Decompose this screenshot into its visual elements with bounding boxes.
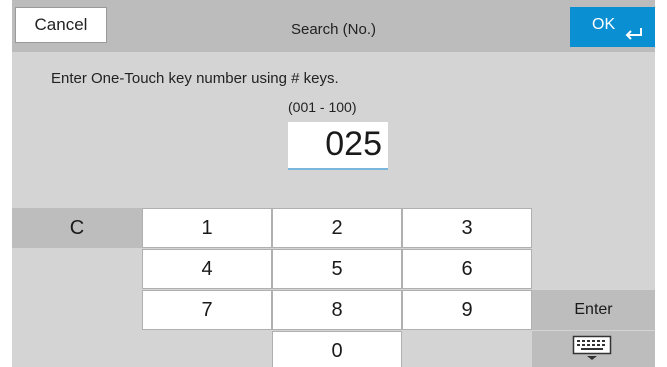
enter-key[interactable]: Enter — [532, 290, 655, 330]
search-number-dialog: Cancel Search (No.) OK Enter One-Touch k… — [12, 0, 655, 367]
key-8[interactable]: 8 — [272, 290, 402, 330]
instruction-text: Enter One-Touch key number using # keys. — [51, 70, 339, 87]
keyboard-toggle-button[interactable] — [532, 331, 655, 367]
header-bar: Cancel Search (No.) OK — [12, 0, 655, 52]
clear-key[interactable]: C — [12, 208, 142, 248]
number-value: 025 — [325, 125, 382, 163]
cancel-button[interactable]: Cancel — [15, 7, 107, 43]
key-7[interactable]: 7 — [142, 290, 272, 330]
key-2[interactable]: 2 — [272, 208, 402, 248]
key-3[interactable]: 3 — [402, 208, 532, 248]
key-4[interactable]: 4 — [142, 249, 272, 289]
key-0[interactable]: 0 — [272, 331, 402, 367]
ok-button[interactable]: OK — [570, 7, 655, 47]
key-6[interactable]: 6 — [402, 249, 532, 289]
enter-arrow-icon — [625, 28, 642, 40]
key-9[interactable]: 9 — [402, 290, 532, 330]
key-5[interactable]: 5 — [272, 249, 402, 289]
dialog-title: Search (No.) — [290, 21, 377, 38]
ok-label: OK — [592, 16, 616, 33]
number-input-field[interactable]: 025 — [288, 122, 388, 170]
key-1[interactable]: 1 — [142, 208, 272, 248]
range-hint: (001 - 100) — [288, 99, 357, 115]
keyboard-icon — [572, 335, 612, 360]
